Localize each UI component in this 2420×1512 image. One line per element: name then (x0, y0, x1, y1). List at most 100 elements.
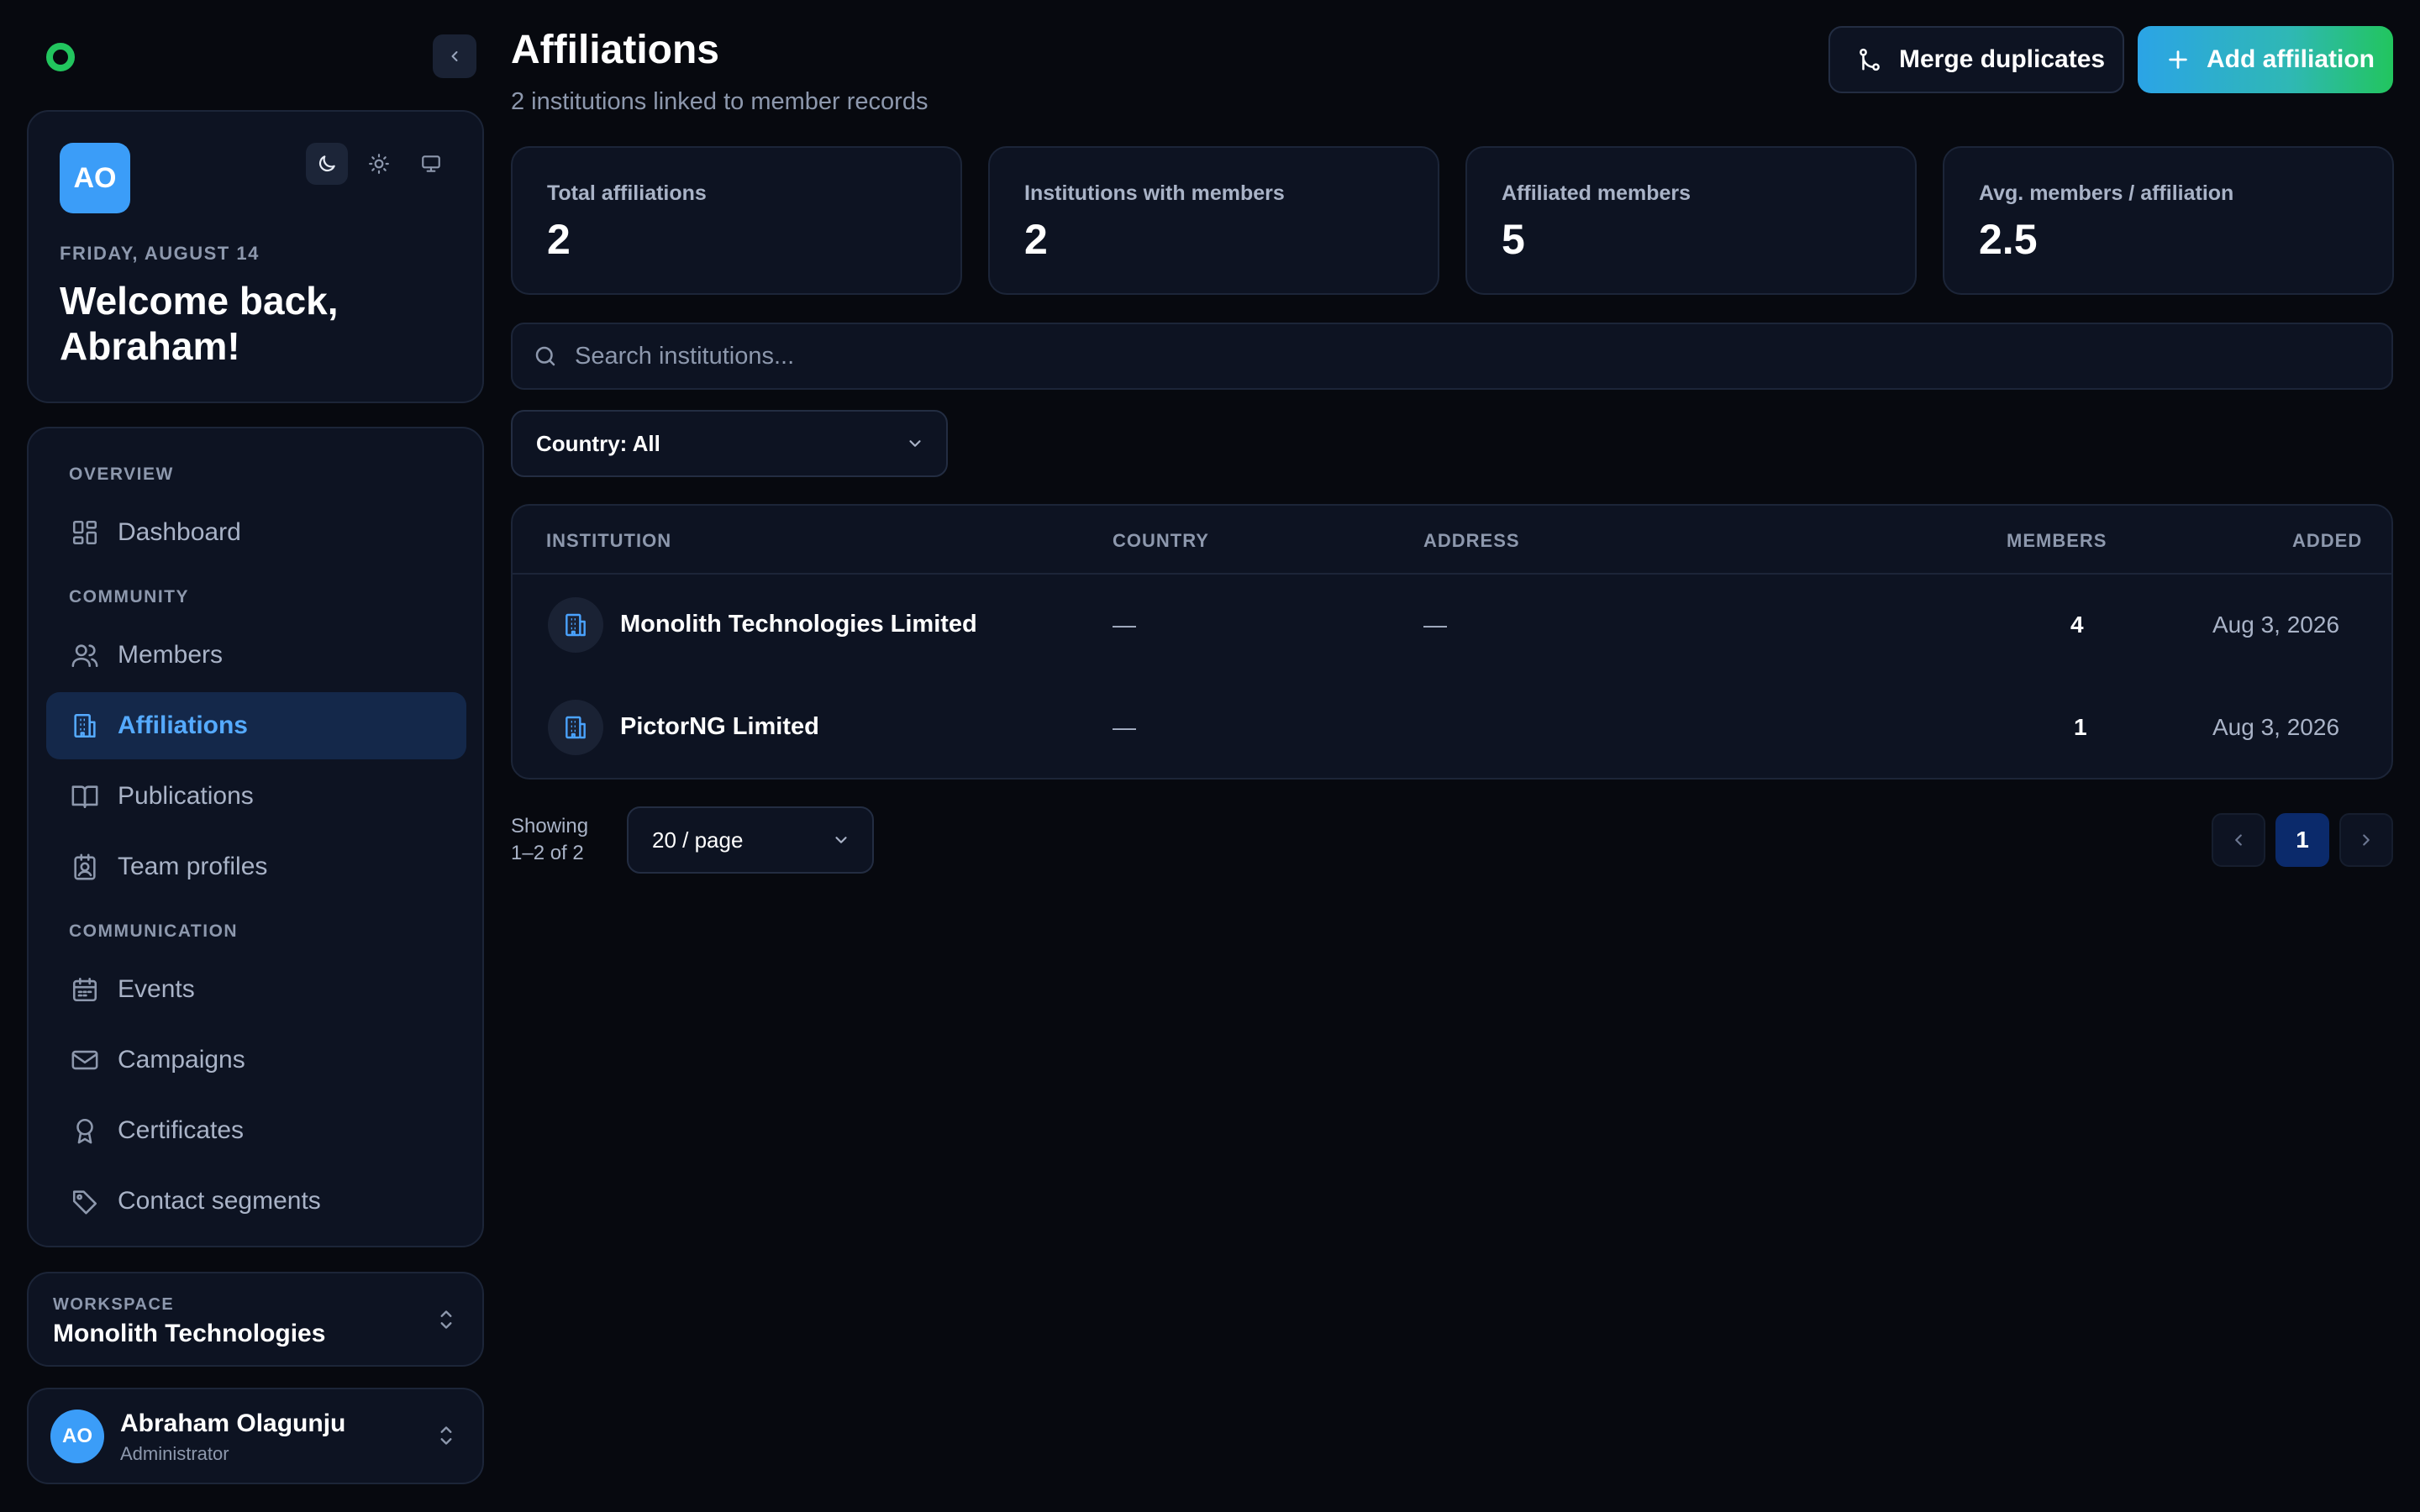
nav-section-overview: OVERVIEW (69, 465, 174, 484)
sidebar-item-members[interactable]: Members (46, 622, 466, 689)
tag-icon (72, 1190, 97, 1215)
user-menu[interactable]: AO Abraham Olagunju Administrator (27, 1388, 484, 1484)
chevron-right-icon (2363, 834, 2370, 846)
institution-name[interactable]: PictorNG Limited (620, 713, 819, 741)
page-subtitle: 2 institutions linked to member records (511, 88, 929, 115)
sidebar-item-contact-segments[interactable]: Contact segments (46, 1168, 466, 1235)
building-icon (566, 716, 586, 739)
table-header: INSTITUTION COUNTRY ADDRESS MEMBERS ADDE… (513, 506, 2391, 575)
award-icon (76, 1118, 93, 1144)
stat-value: 5 (1502, 216, 1525, 263)
column-header-country[interactable]: COUNTRY (1113, 530, 1209, 552)
avatar: AO (50, 1410, 104, 1463)
institution-name[interactable]: Monolith Technologies Limited (620, 611, 977, 638)
theme-switcher (306, 143, 452, 185)
nav-section-communication: COMMUNICATION (69, 921, 239, 941)
added-cell: Aug 3, 2026 (2212, 714, 2340, 740)
members-cell: 4 (2070, 612, 2084, 638)
stat-label: Institutions with members (1024, 181, 1285, 205)
sidebar-item-label: Dashboard (118, 518, 241, 546)
sidebar-item-events[interactable]: Events (46, 956, 466, 1023)
showing-range: 1–2 of 2 (511, 842, 584, 864)
plus-icon (2169, 50, 2187, 69)
sidebar-nav: OVERVIEW Dashboard COMMUNITY Members Aff… (27, 427, 484, 1247)
column-header-added[interactable]: ADDED (2292, 530, 2362, 552)
calendar-icon (72, 977, 97, 1002)
sidebar-item-certificates[interactable]: Certificates (46, 1097, 466, 1164)
building-icon (74, 713, 96, 738)
column-header-address[interactable]: ADDRESS (1423, 530, 1520, 552)
add-affiliation-label: Add affiliation (2207, 45, 2375, 73)
table-row[interactable]: PictorNG Limited — 1 Aug 3, 2026 (513, 677, 2391, 778)
collapse-sidebar-button[interactable] (433, 34, 476, 78)
app-logo[interactable] (46, 43, 75, 71)
country-cell: — (1113, 612, 1136, 638)
search-input[interactable] (575, 342, 2255, 370)
institution-icon (548, 700, 603, 755)
sidebar-item-dashboard[interactable]: Dashboard (46, 499, 466, 566)
building-icon (566, 613, 586, 637)
sidebar-item-label: Members (118, 641, 224, 669)
previous-page-button[interactable] (2212, 813, 2265, 867)
page-title: Affiliations (511, 28, 719, 72)
column-header-members[interactable]: MEMBERS (2007, 530, 2107, 552)
sidebar-item-affiliations[interactable]: Affiliations (46, 692, 466, 759)
light-theme-button[interactable] (358, 143, 400, 185)
table-row[interactable]: Monolith Technologies Limited — — 4 Aug … (513, 575, 2391, 677)
per-page-value: 20 / page (652, 827, 744, 853)
stat-card-total-affiliations: Total affiliations 2 (511, 146, 962, 295)
dashboard-icon (72, 520, 97, 545)
workspace-switcher[interactable]: WORKSPACE Monolith Technologies (27, 1272, 484, 1367)
sidebar-item-campaigns[interactable]: Campaigns (46, 1026, 466, 1094)
per-page-select[interactable]: 20 / page (627, 806, 874, 874)
stat-label: Total affiliations (547, 181, 707, 205)
country-cell: — (1113, 714, 1136, 740)
search-icon (535, 346, 555, 366)
sidebar-item-label: Team profiles (118, 853, 268, 880)
sidebar-item-team-profiles[interactable]: Team profiles (46, 833, 466, 900)
chevron-down-icon (835, 837, 847, 843)
dark-theme-button[interactable] (306, 143, 348, 185)
stat-card-avg-members: Avg. members / affiliation 2.5 (1943, 146, 2394, 295)
sidebar-item-label: Events (118, 975, 195, 1003)
add-affiliation-button[interactable]: Add affiliation (2138, 26, 2393, 93)
chevrons-up-down-icon (440, 1426, 452, 1445)
added-cell: Aug 3, 2026 (2212, 612, 2340, 638)
chevron-left-icon (2235, 834, 2242, 846)
id-badge-icon (74, 853, 96, 880)
user-role: Administrator (120, 1443, 229, 1464)
workspace-label: WORKSPACE (53, 1295, 175, 1314)
stat-card-affiliated-members: Affiliated members 5 (1465, 146, 1917, 295)
page-button-current[interactable]: 1 (2275, 813, 2329, 867)
stat-value: 2.5 (1979, 216, 2038, 263)
user-name: Abraham Olagunju (120, 1410, 346, 1437)
merge-duplicates-label: Merge duplicates (1899, 45, 2106, 73)
stat-label: Avg. members / affiliation (1979, 181, 2234, 205)
chevrons-up-down-icon (440, 1310, 452, 1329)
date-label: FRIDAY, AUGUST 14 (60, 243, 260, 264)
merge-duplicates-button[interactable]: Merge duplicates (1828, 26, 2124, 93)
column-header-institution[interactable]: INSTITUTION (546, 530, 671, 552)
system-theme-button[interactable] (410, 143, 452, 185)
sidebar-item-label: Contact segments (118, 1187, 321, 1215)
affiliations-table: INSTITUTION COUNTRY ADDRESS MEMBERS ADDE… (511, 504, 2393, 780)
nav-section-community: COMMUNITY (69, 587, 189, 606)
showing-count: Showing 1–2 of 2 (511, 813, 588, 867)
stat-value: 2 (547, 216, 571, 263)
sidebar-item-label: Publications (118, 782, 254, 810)
next-page-button[interactable] (2339, 813, 2393, 867)
welcome-card: AO FRIDAY, AUGUST 14 Welcome back, Abrah… (27, 110, 484, 403)
avatar[interactable]: AO (60, 143, 130, 213)
sidebar-item-label: Certificates (118, 1116, 245, 1144)
address-cell: — (1423, 612, 1447, 638)
stat-value: 2 (1024, 216, 1048, 263)
country-filter-select[interactable]: Country: All (511, 410, 948, 477)
monitor-icon (422, 155, 440, 172)
mail-icon (71, 1050, 98, 1070)
members-cell: 1 (2074, 714, 2087, 740)
stat-label: Affiliated members (1502, 181, 1691, 205)
showing-label: Showing (511, 815, 589, 837)
search-bar (511, 323, 2393, 390)
sun-icon (369, 154, 389, 174)
sidebar-item-publications[interactable]: Publications (46, 763, 466, 830)
